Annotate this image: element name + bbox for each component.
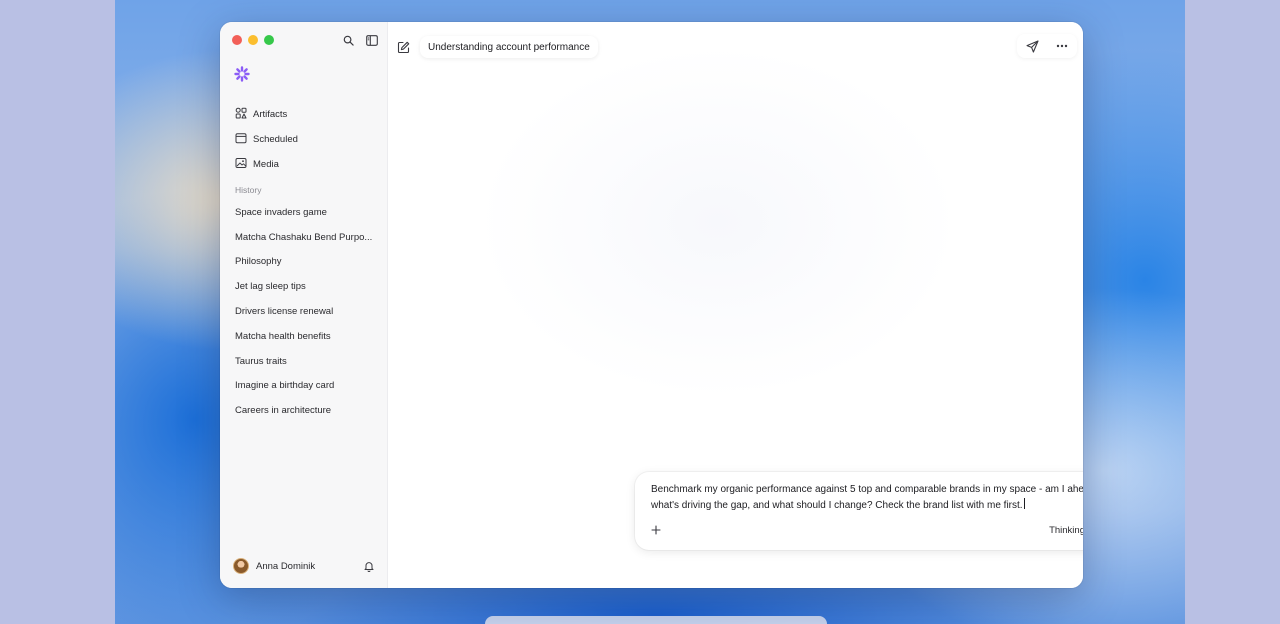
share-icon[interactable] [1025, 39, 1039, 53]
text-caret [1023, 497, 1025, 509]
sidebar-item-label: Media [253, 159, 279, 170]
history-item[interactable]: Careers in architecture [235, 398, 380, 423]
maximize-window-button[interactable] [264, 35, 274, 45]
app-window: Artifacts Scheduled Media History Space … [220, 22, 1083, 588]
avatar[interactable] [233, 558, 249, 574]
history-item[interactable]: Matcha Chashaku Bend Purpo... [235, 225, 380, 250]
sidebar: Artifacts Scheduled Media History Space … [220, 22, 388, 588]
artifacts-icon [235, 106, 247, 124]
history-item[interactable]: Space invaders game [235, 200, 380, 225]
bell-icon[interactable] [362, 559, 376, 573]
more-options-icon[interactable] [1055, 39, 1069, 53]
history-item[interactable]: Imagine a birthday card [235, 374, 380, 399]
sidebar-item-media[interactable]: Media [235, 152, 380, 177]
close-window-button[interactable] [232, 35, 242, 45]
history-list: Space invaders game Matcha Chashaku Bend… [235, 200, 380, 423]
new-chat-icon[interactable] [396, 40, 410, 54]
chat-actions [1017, 34, 1077, 58]
minimize-window-button[interactable] [248, 35, 258, 45]
window-controls [232, 35, 274, 45]
calendar-icon [235, 131, 247, 149]
chat-header: Understanding account performance [396, 36, 598, 58]
app-logo-icon[interactable] [234, 66, 250, 82]
dock [485, 616, 827, 624]
sidebar-toolbar [341, 33, 379, 47]
prompt-text: Benchmark my organic performance against… [651, 484, 1083, 511]
sidebar-item-label: Scheduled [253, 134, 298, 145]
plus-icon[interactable] [649, 523, 663, 537]
chat-title[interactable]: Understanding account performance [420, 36, 598, 58]
history-item[interactable]: Jet lag sleep tips [235, 274, 380, 299]
sidebar-toggle-icon[interactable] [365, 33, 379, 47]
history-item[interactable]: Philosophy [235, 250, 380, 275]
sidebar-item-label: Artifacts [253, 109, 288, 120]
user-name: Anna Dominik [256, 560, 316, 572]
history-item[interactable]: Drivers license renewal [235, 299, 380, 324]
search-icon[interactable] [341, 33, 355, 47]
composer-toolbar: Thinking [649, 520, 1083, 540]
mode-label: Thinking [1049, 524, 1083, 536]
sidebar-item-artifacts[interactable]: Artifacts [235, 102, 380, 127]
history-item[interactable]: Matcha health benefits [235, 324, 380, 349]
prompt-input[interactable]: Benchmark my organic performance against… [651, 482, 1083, 513]
user-profile[interactable]: Anna Dominik [233, 558, 376, 574]
message-composer[interactable]: Benchmark my organic performance against… [635, 472, 1083, 550]
sidebar-item-scheduled[interactable]: Scheduled [235, 127, 380, 152]
sidebar-nav: Artifacts Scheduled Media [235, 102, 380, 177]
mode-selector[interactable]: Thinking [1049, 524, 1083, 536]
history-item[interactable]: Taurus traits [235, 349, 380, 374]
history-heading: History [235, 185, 262, 195]
image-icon [235, 156, 247, 174]
chat-area: Understanding account performance Benchm… [388, 22, 1083, 588]
